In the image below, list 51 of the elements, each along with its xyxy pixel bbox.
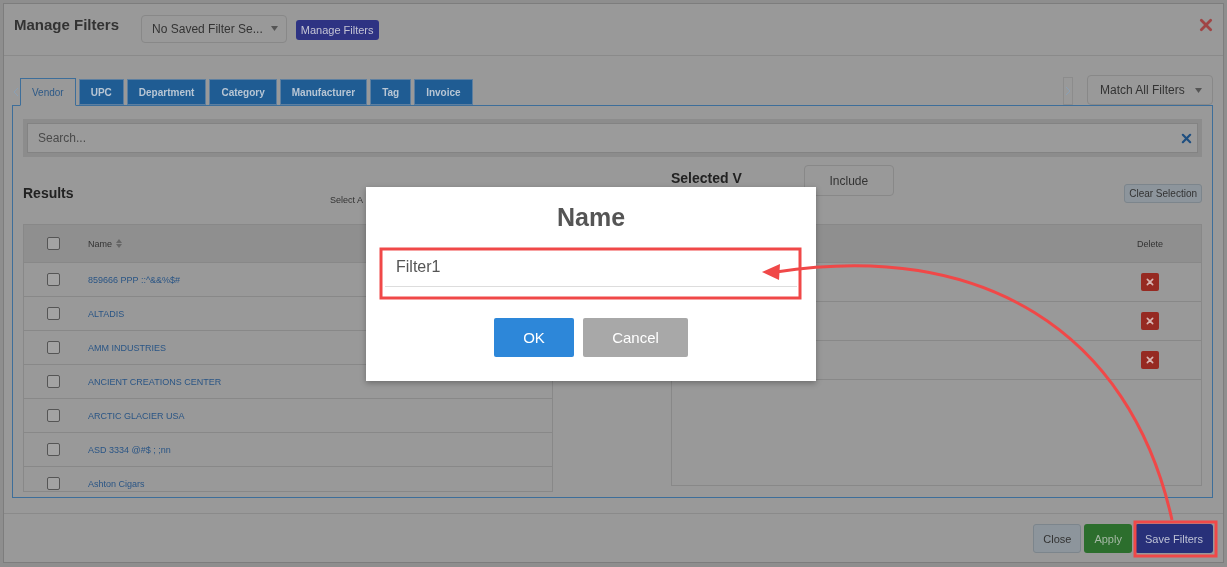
caret-icon: [270, 26, 278, 31]
select-all-link[interactable]: Select A: [329, 194, 363, 205]
delete-column-header: Delete: [1137, 238, 1163, 249]
checkbox[interactable]: [47, 477, 60, 490]
x-icon: [1146, 278, 1154, 286]
delete-button[interactable]: [1141, 312, 1159, 330]
include-toggle[interactable]: Include: [803, 165, 894, 196]
saved-filter-dropdown[interactable]: No Saved Filter Se...: [141, 14, 287, 43]
checkbox[interactable]: [47, 307, 60, 320]
vendor-link[interactable]: Ashton Cigars: [88, 478, 145, 489]
vendor-link[interactable]: ASD 3334 @#$ ; ;nn: [88, 444, 171, 455]
checkbox[interactable]: [47, 273, 60, 286]
vendor-link[interactable]: ALTADIS: [88, 308, 125, 319]
caret-icon: [1194, 87, 1202, 93]
filter-tab[interactable]: Category: [209, 79, 277, 105]
filter-tab[interactable]: Manufacturer: [279, 79, 368, 105]
sort-icon: [116, 239, 122, 248]
delete-button[interactable]: [1141, 351, 1159, 369]
checkbox[interactable]: [47, 375, 60, 388]
match-mode-dropdown[interactable]: Match All Filters: [1087, 75, 1213, 105]
footer-button[interactable]: Close: [1033, 524, 1082, 553]
x-icon: [1146, 356, 1154, 364]
checkbox[interactable]: [47, 341, 60, 354]
filter-tab[interactable]: UPC: [78, 79, 124, 105]
close-icon[interactable]: [1199, 18, 1213, 32]
filter-tab[interactable]: Vendor: [20, 78, 76, 106]
name-column-header[interactable]: Name: [88, 238, 122, 249]
vendor-link[interactable]: 859666 PPP ::^&&%$#: [88, 274, 181, 285]
filter-tab[interactable]: Invoice: [414, 79, 473, 105]
dialog-title: Manage Filters: [14, 16, 120, 33]
filter-tab[interactable]: Tag: [370, 79, 412, 105]
filter-tab[interactable]: Department: [126, 79, 207, 105]
checkbox[interactable]: [47, 409, 60, 422]
vendor-link[interactable]: ANCIENT CREATIONS CENTER: [88, 376, 222, 387]
x-icon: [1146, 317, 1154, 325]
footer-button[interactable]: Apply: [1084, 524, 1132, 553]
dialog-button[interactable]: OK: [494, 318, 574, 357]
footer-button[interactable]: Save Filters: [1134, 524, 1213, 553]
selected-title: Selected V: [671, 170, 742, 186]
checkbox[interactable]: [47, 443, 60, 456]
results-title: Results: [23, 184, 74, 201]
dialog-button[interactable]: Cancel: [583, 318, 688, 357]
name-dialog-title: Name: [556, 203, 626, 232]
clear-selection-button[interactable]: Clear Selection: [1124, 184, 1202, 203]
clear-search-icon[interactable]: [1181, 133, 1192, 144]
manage-filters-button[interactable]: Manage Filters: [295, 19, 379, 40]
vendor-link[interactable]: ARCTIC GLACIER USA: [88, 410, 185, 421]
delete-button[interactable]: [1141, 273, 1159, 291]
search-field[interactable]: Search...: [27, 123, 1198, 153]
checkbox[interactable]: [47, 237, 60, 250]
vendor-link[interactable]: AMM INDUSTRIES: [88, 342, 166, 353]
